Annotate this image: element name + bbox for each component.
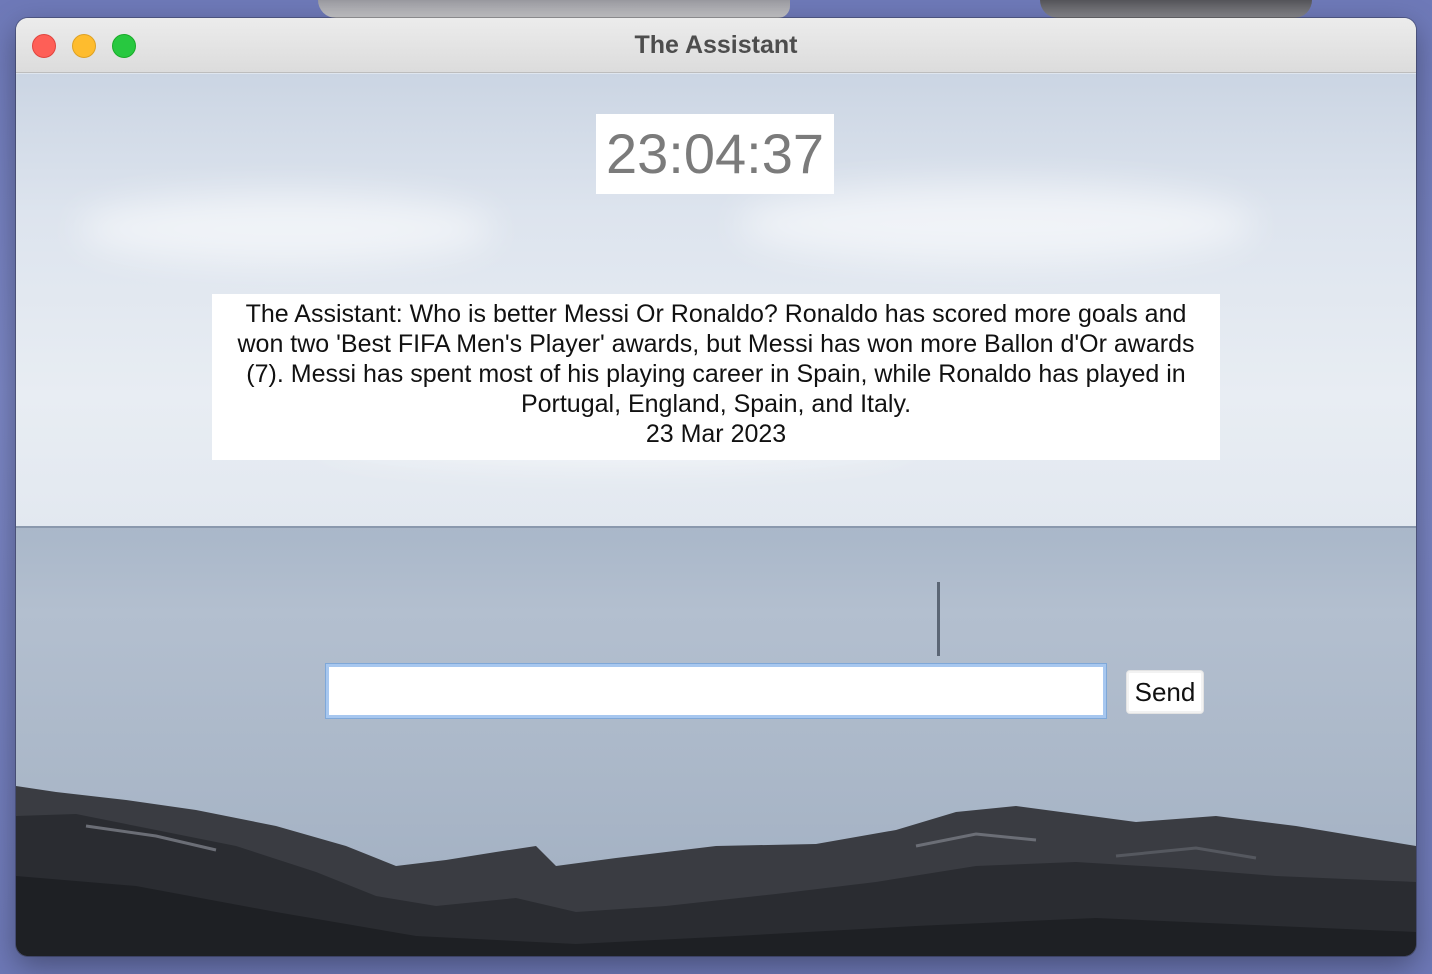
app-window: The Assistant 23:04:37 The Assistant: Wh… bbox=[16, 18, 1416, 956]
assistant-message: The Assistant: Who is better Messi Or Ro… bbox=[212, 294, 1220, 460]
horizon-line bbox=[16, 526, 1416, 528]
assistant-message-text: The Assistant: Who is better Messi Or Ro… bbox=[237, 300, 1195, 418]
desktop-wallpaper-rock bbox=[1040, 0, 1312, 18]
sea-marker-pole bbox=[937, 582, 940, 656]
desktop-wallpaper-rock bbox=[318, 0, 790, 18]
window-title: The Assistant bbox=[634, 31, 798, 59]
send-button[interactable]: Send bbox=[1126, 670, 1204, 714]
background-rocks bbox=[16, 786, 1416, 956]
title-bar[interactable]: The Assistant bbox=[16, 18, 1416, 73]
query-input[interactable] bbox=[325, 663, 1107, 719]
clock-display: 23:04:37 bbox=[596, 114, 834, 194]
message-date: 23 Mar 2023 bbox=[645, 420, 787, 448]
app-content: 23:04:37 The Assistant: Who is better Me… bbox=[16, 74, 1416, 956]
